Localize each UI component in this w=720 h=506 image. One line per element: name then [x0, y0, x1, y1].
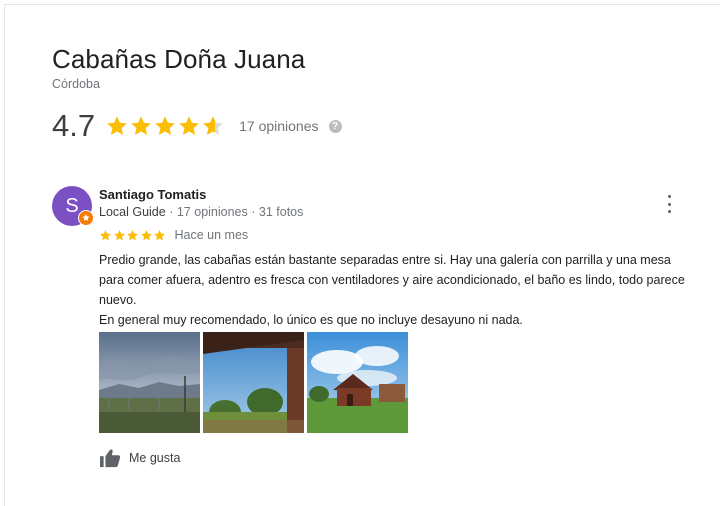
reviewer-meta: Local Guide · 17 opiniones · 31 fotos — [99, 205, 303, 219]
review-paragraph: En general muy recomendado, lo único es … — [99, 313, 523, 327]
rating-value: 4.7 — [52, 108, 96, 143]
reviewer-photos-count: 31 fotos — [258, 205, 304, 219]
help-icon[interactable]: ? — [328, 119, 342, 133]
review-photos — [99, 332, 408, 433]
meta-separator: · — [169, 205, 174, 219]
star-icon — [154, 229, 165, 240]
business-location: Córdoba — [52, 77, 100, 91]
review-time: Hace un mes — [174, 228, 249, 242]
star-icon — [113, 229, 125, 240]
review-paragraph: Predio grande, las cabañas están bastant… — [99, 253, 685, 307]
like-label: Me gusta — [129, 451, 181, 465]
business-name: Cabañas Doña Juana — [52, 44, 306, 74]
rating-stars — [105, 114, 225, 138]
review-text: Predio grande, las cabañas están bastant… — [99, 250, 689, 330]
star-icon — [155, 116, 175, 135]
star-icon — [179, 116, 199, 135]
star-icon — [100, 229, 111, 240]
half-star-icon — [203, 116, 223, 135]
more-vert-icon[interactable] — [660, 194, 678, 214]
review-photo[interactable] — [203, 332, 304, 433]
review-stars: Hace un mes — [99, 228, 248, 242]
local-guide-label: Local Guide — [99, 205, 166, 219]
like-button[interactable]: Me gusta — [99, 448, 180, 468]
review-count-link[interactable]: 17 opiniones — [239, 118, 318, 134]
rating-summary: 4.7 17 opiniones ? — [52, 106, 342, 146]
star-icon — [140, 229, 152, 240]
star-icon — [127, 229, 138, 240]
reviewer-reviews-count: 17 opiniones — [176, 205, 248, 219]
star-icon — [131, 116, 151, 135]
star-icon — [107, 116, 127, 135]
review-photo[interactable] — [99, 332, 200, 433]
local-guide-badge-icon — [78, 210, 94, 226]
review-photo[interactable] — [307, 332, 408, 433]
reviewer-name[interactable]: Santiago Tomatis — [99, 187, 206, 202]
thumbs-up-icon — [100, 449, 121, 468]
meta-separator: · — [251, 205, 256, 219]
